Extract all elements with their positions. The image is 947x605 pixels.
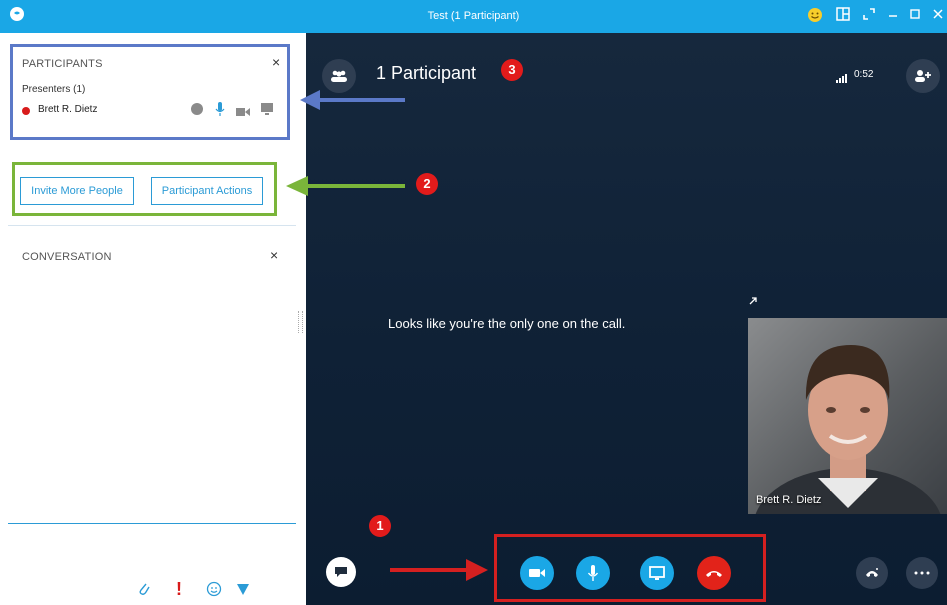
annotation-arrows [286,90,488,581]
annotation-badge-3: 3 [501,59,523,81]
arrow-green [286,176,405,196]
arrow-red [390,559,488,581]
annotation-badge-2: 2 [416,173,438,195]
annotation-badge-1: 1 [369,515,391,537]
arrow-blue [300,90,405,110]
